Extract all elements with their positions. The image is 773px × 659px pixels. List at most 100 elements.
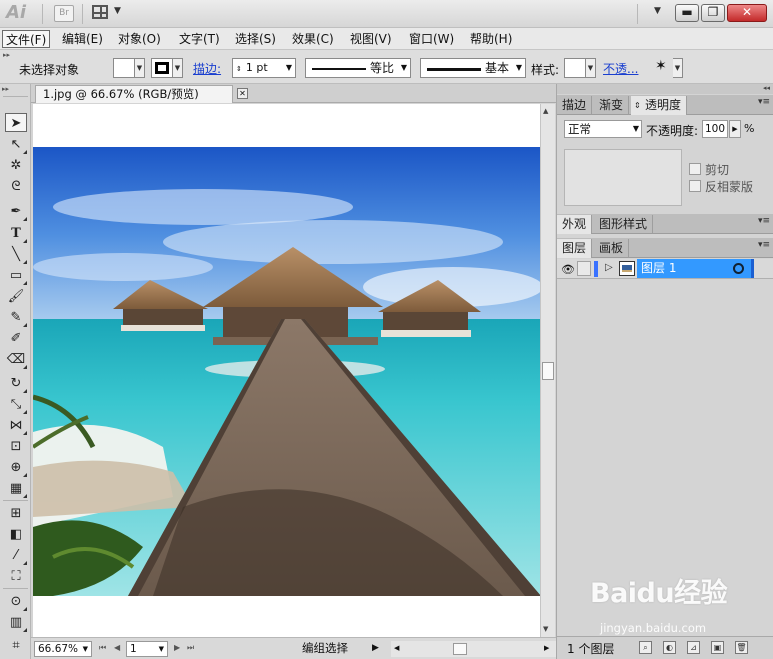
chevron-down-icon[interactable]: ▼ [135,58,145,78]
close-button[interactable]: ✕ [727,4,767,22]
chevron-down-icon[interactable]: ▼ [673,58,683,78]
chevron-down-icon[interactable]: ▼ [633,121,639,137]
eye-icon[interactable]: 👁 [561,263,575,276]
blob-brush-tool-icon[interactable]: ✐ [5,329,27,348]
graphic-style-swatch[interactable] [564,58,586,78]
opacity-slider-toggle[interactable]: ▶ [729,120,741,138]
status-menu-icon[interactable]: ▶ [372,643,379,653]
document-tab[interactable]: 1.jpg @ 66.67% (RGB/预览) [35,85,233,103]
scale-tool-icon[interactable]: ⤡ [5,395,27,414]
opacity-link[interactable]: 不透... [603,60,638,77]
invert-mask-checkbox[interactable] [689,180,701,192]
tab-graphic-styles[interactable]: 图形样式 [594,215,654,234]
vertical-scrollbar[interactable]: ▲ ▼ [540,104,555,637]
chevron-down-icon[interactable]: ▼ [173,58,183,78]
stroke-swatch[interactable] [151,58,173,78]
scroll-thumb[interactable] [453,643,467,655]
menu-help[interactable]: 帮助(H) [467,30,515,48]
collapse-icon[interactable]: ▸▸ [2,85,9,93]
tab-layers[interactable]: 图层 [557,239,593,258]
dock-collapse-strip[interactable]: ◂◂ [557,84,773,94]
workspace-dropdown[interactable]: ▼ [654,6,661,16]
variable-width-profile[interactable]: 等比 ▼ [305,58,411,78]
chevron-down-icon[interactable]: ▼ [401,59,407,77]
magic-wand-tool-icon[interactable]: ✲ [5,156,27,175]
artboard-canvas[interactable] [33,104,540,637]
pencil-tool-icon[interactable]: ✎ [5,308,27,327]
line-segment-tool-icon[interactable]: ╲ [5,245,27,264]
stroke-weight-field[interactable]: ⇕ 1 pt ▼ [232,58,296,78]
menu-view[interactable]: 视图(V) [347,30,395,48]
perspective-grid-tool-icon[interactable]: ▦ [5,479,27,498]
bridge-button[interactable]: Br [54,5,74,22]
artboard-field[interactable]: 1 ▼ [126,641,168,657]
selection-tool-icon[interactable]: ➤ [5,113,27,132]
shape-builder-tool-icon[interactable]: ⊕ [5,458,27,477]
stepper-icon[interactable]: ⇕ [236,65,242,73]
arrange-documents-button[interactable]: ▼ [90,4,126,22]
column-graph-tool-icon[interactable]: ▥ [5,613,27,632]
expand-triangle-icon[interactable]: ▷ [605,262,613,273]
opacity-input[interactable]: 100 [702,120,728,138]
menu-object[interactable]: 对象(O) [115,30,164,48]
blend-mode-dropdown[interactable]: 正常 ▼ [564,120,642,138]
menu-edit[interactable]: 编辑(E) [59,30,106,48]
tab-artboards[interactable]: 画板 [594,239,630,258]
paintbrush-tool-icon[interactable]: 🖌 [5,287,27,306]
symbol-sprayer-tool-icon[interactable]: ⊙ [5,592,27,611]
tab-transparency[interactable]: ⇕ 透明度 [631,96,688,115]
lasso-tool-icon[interactable]: ᘓ [5,177,27,196]
fill-swatch[interactable] [113,58,135,78]
first-artboard-icon[interactable]: ⏮ [99,643,106,653]
blend-tool-icon[interactable]: ⛶ [5,567,27,586]
eyedropper-tool-icon[interactable]: ⁄ [5,546,27,565]
panel-menu-icon[interactable]: ▾≡ [758,216,770,226]
scroll-left-icon[interactable]: ◀ [394,644,399,652]
placed-image[interactable] [33,147,540,596]
rectangle-tool-icon[interactable]: ▭ [5,266,27,285]
menu-effect[interactable]: 效果(C) [289,30,337,48]
close-icon[interactable]: ✕ [237,88,248,99]
chevron-down-icon[interactable]: ▼ [159,642,164,656]
recolor-artwork-icon[interactable]: ✶ [655,58,667,74]
panel-menu-icon[interactable]: ▾≡ [758,97,770,107]
chevron-down-icon[interactable]: ▼ [516,59,522,77]
chevron-down-icon[interactable]: ▼ [586,58,596,78]
mesh-tool-icon[interactable]: ⊞ [5,504,27,523]
zoom-field[interactable]: 66.67% ▼ [34,641,92,657]
brush-definition[interactable]: 基本 ▼ [420,58,526,78]
status-label[interactable]: 编组选择 [269,641,381,657]
selection-indicator[interactable] [751,259,754,278]
rotate-tool-icon[interactable]: ↻ [5,374,27,393]
panel-menu-icon[interactable]: ▾≡ [758,240,770,250]
layer-row[interactable]: 👁 ▷ 图层 1 [557,259,773,279]
prev-artboard-icon[interactable]: ◀ [114,643,120,652]
eraser-tool-icon[interactable]: ⌫ [5,350,27,369]
type-tool-icon[interactable]: T [5,224,27,243]
gradient-tool-icon[interactable]: ◧ [5,525,27,544]
artboard-tool-icon[interactable]: ⌗ [5,636,27,655]
free-transform-tool-icon[interactable]: ⊡ [5,437,27,456]
scroll-up-icon[interactable]: ▲ [543,107,548,115]
clip-checkbox[interactable] [689,163,701,175]
horizontal-scrollbar[interactable]: ◀ ▶ [391,641,556,657]
last-artboard-icon[interactable]: ⏭ [187,643,194,653]
tab-stroke[interactable]: 描边 [557,96,593,115]
restore-button[interactable]: ❐ [701,4,725,22]
direct-selection-tool-icon[interactable]: ↖ [5,135,27,154]
width-tool-icon[interactable]: ⋈ [5,416,27,435]
tab-appearance[interactable]: 外观 [557,215,593,234]
chevron-down-icon[interactable]: ▼ [83,642,88,656]
target-icon[interactable] [733,263,744,274]
layer-name[interactable]: 图层 1 [641,260,676,277]
menu-select[interactable]: 选择(S) [232,30,279,48]
menu-file[interactable]: 文件(F) [2,30,51,48]
next-artboard-icon[interactable]: ▶ [174,643,180,652]
menu-type[interactable]: 文字(T) [176,30,223,48]
scroll-thumb[interactable] [542,362,554,380]
menu-window[interactable]: 窗口(W) [406,30,457,48]
chevron-down-icon[interactable]: ▼ [286,59,292,77]
scroll-right-icon[interactable]: ▶ [544,644,549,652]
stroke-panel-link[interactable]: 描边: [193,60,221,77]
scroll-down-icon[interactable]: ▼ [543,625,548,633]
